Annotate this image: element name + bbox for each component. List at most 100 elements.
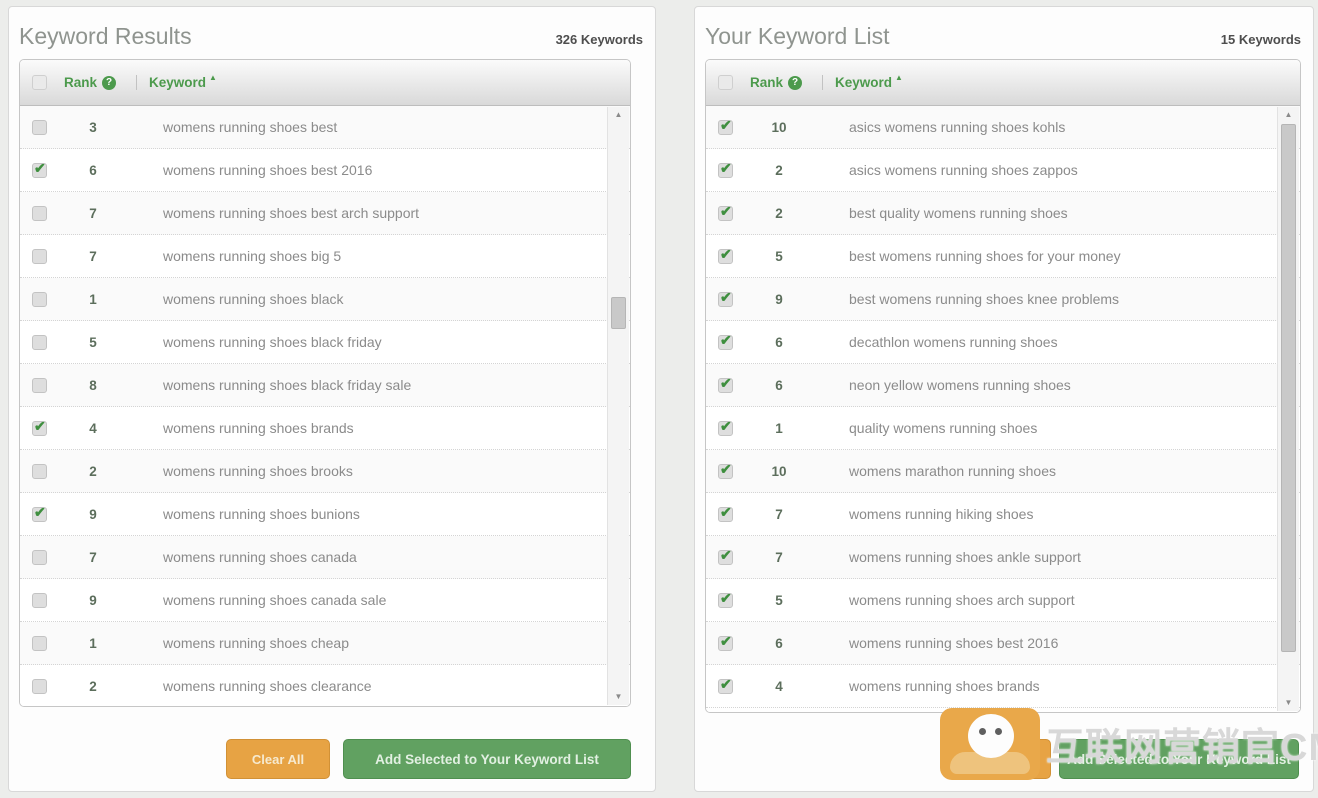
- row-checkbox[interactable]: ✔: [718, 206, 733, 221]
- rank-column-header[interactable]: Rank ?: [64, 75, 116, 90]
- table-header: Rank ? Keyword ▲: [706, 60, 1300, 106]
- rank-value: 6: [749, 335, 809, 350]
- row-checkbox[interactable]: [32, 292, 47, 307]
- keyword-text: best womens running shoes knee problems: [849, 291, 1119, 307]
- keyword-text: womens running shoes best 2016: [849, 635, 1058, 651]
- add-selected-button[interactable]: Add Selected to Your Keyword List: [343, 739, 631, 779]
- clear-all-button[interactable]: Clear All: [226, 739, 330, 779]
- clear-all-button[interactable]: Clear All: [949, 739, 1051, 779]
- keyword-text: womens running shoes black friday: [163, 334, 382, 350]
- keyword-text: womens running shoes black friday sale: [163, 377, 411, 393]
- keyword-text: womens running hiking shoes: [849, 506, 1033, 522]
- keyword-text: womens running shoes canada sale: [163, 592, 386, 608]
- table-row: ✔ 2 best quality womens running shoes: [706, 192, 1300, 235]
- row-checkbox[interactable]: ✔: [718, 679, 733, 694]
- table-body: ✔ 10 asics womens running shoes kohls ✔ …: [706, 106, 1300, 712]
- row-checkbox[interactable]: [32, 593, 47, 608]
- row-checkbox[interactable]: ✔: [718, 550, 733, 565]
- keyword-column-header[interactable]: Keyword ▲: [136, 75, 217, 90]
- check-icon: ✔: [720, 117, 732, 134]
- keyword-column-header[interactable]: Keyword ▲: [822, 75, 903, 90]
- row-checkbox[interactable]: [32, 120, 47, 135]
- table-row: ✔ 2 asics womens running shoes zappos: [706, 149, 1300, 192]
- row-checkbox[interactable]: ✔: [718, 636, 733, 651]
- help-icon[interactable]: ?: [788, 76, 802, 90]
- table-row: ✔ 6 decathlon womens running shoes: [706, 321, 1300, 364]
- row-checkbox[interactable]: [32, 378, 47, 393]
- scrollbar[interactable]: ▲ ▼: [1277, 107, 1299, 711]
- add-selected-button[interactable]: Add Selected to Your Keyword List: [1059, 739, 1299, 779]
- row-checkbox[interactable]: ✔: [718, 507, 733, 522]
- scrollbar-thumb[interactable]: [611, 297, 626, 329]
- check-icon: ✔: [720, 547, 732, 564]
- scrollbar[interactable]: ▲ ▼: [607, 107, 629, 705]
- keyword-text: womens running shoes best arch support: [163, 205, 419, 221]
- row-checkbox[interactable]: ✔: [32, 507, 47, 522]
- check-icon: ✔: [720, 160, 732, 177]
- table-row: ✔ 10 asics womens running shoes kohls: [706, 106, 1300, 149]
- table-row: ✔ 1 quality womens running shoes: [706, 407, 1300, 450]
- select-all-checkbox[interactable]: [718, 75, 733, 90]
- panel-footer: Clear All Add Selected to Your Keyword L…: [9, 739, 655, 781]
- rank-value: 7: [63, 550, 123, 565]
- table-row: 2 womens running shoes brooks: [20, 450, 630, 493]
- scroll-up-arrow[interactable]: ▲: [1278, 107, 1299, 123]
- keyword-count-badge: 326 Keywords: [556, 32, 643, 50]
- row-checkbox[interactable]: ✔: [718, 464, 733, 479]
- table-row: ✔ 7 womens running hiking shoes: [706, 493, 1300, 536]
- scrollbar-thumb[interactable]: [1281, 124, 1296, 652]
- check-icon: ✔: [720, 676, 732, 693]
- row-checkbox[interactable]: ✔: [32, 421, 47, 436]
- row-checkbox[interactable]: ✔: [718, 163, 733, 178]
- row-checkbox[interactable]: [32, 550, 47, 565]
- rank-value: 1: [749, 421, 809, 436]
- table-row: 1 womens running shoes black: [20, 278, 630, 321]
- row-checkbox[interactable]: [32, 249, 47, 264]
- keyword-text: womens running shoes arch support: [849, 592, 1075, 608]
- keyword-count-badge: 15 Keywords: [1221, 32, 1301, 50]
- panel-header: Your Keyword List 15 Keywords: [695, 7, 1313, 56]
- table-row: 1 womens running shoes cheap: [20, 622, 630, 665]
- table-row: 7 womens running shoes best arch support: [20, 192, 630, 235]
- rank-value: 7: [749, 507, 809, 522]
- rank-value: 9: [749, 292, 809, 307]
- row-checkbox[interactable]: ✔: [718, 378, 733, 393]
- row-checkbox[interactable]: ✔: [718, 335, 733, 350]
- check-icon: ✔: [720, 590, 732, 607]
- row-checkbox[interactable]: ✔: [718, 249, 733, 264]
- row-checkbox[interactable]: ✔: [718, 292, 733, 307]
- row-checkbox[interactable]: ✔: [718, 421, 733, 436]
- table-row: ✔ 10 womens marathon running shoes: [706, 450, 1300, 493]
- row-checkbox[interactable]: [32, 464, 47, 479]
- row-checkbox[interactable]: ✔: [718, 593, 733, 608]
- keyword-text: womens running shoes best 2016: [163, 162, 372, 178]
- keyword-text: best womens running shoes for your money: [849, 248, 1121, 264]
- rank-value: 1: [63, 636, 123, 651]
- rank-value: 4: [749, 679, 809, 694]
- help-icon[interactable]: ?: [102, 76, 116, 90]
- check-icon: ✔: [720, 418, 732, 435]
- rank-value: 7: [749, 550, 809, 565]
- check-icon: ✔: [720, 289, 732, 306]
- scroll-down-arrow[interactable]: ▼: [1278, 695, 1299, 711]
- check-icon: ✔: [34, 160, 46, 177]
- row-checkbox[interactable]: [32, 335, 47, 350]
- rank-value: 2: [749, 163, 809, 178]
- select-all-checkbox[interactable]: [32, 75, 47, 90]
- check-icon: ✔: [720, 461, 732, 478]
- rank-value: 3: [63, 120, 123, 135]
- table-body: 3 womens running shoes best ✔ 6 womens r…: [20, 106, 630, 706]
- row-checkbox[interactable]: ✔: [32, 163, 47, 178]
- scroll-up-arrow[interactable]: ▲: [608, 107, 629, 123]
- rank-column-header[interactable]: Rank ?: [750, 75, 802, 90]
- rank-value: 6: [749, 378, 809, 393]
- page-title: Keyword Results: [19, 23, 192, 50]
- keyword-text: womens running shoes black: [163, 291, 344, 307]
- row-checkbox[interactable]: ✔: [718, 120, 733, 135]
- keyword-text: womens running shoes big 5: [163, 248, 341, 264]
- table-row: 7 womens running shoes canada: [20, 536, 630, 579]
- row-checkbox[interactable]: [32, 206, 47, 221]
- scroll-down-arrow[interactable]: ▼: [608, 689, 629, 705]
- row-checkbox[interactable]: [32, 679, 47, 694]
- row-checkbox[interactable]: [32, 636, 47, 651]
